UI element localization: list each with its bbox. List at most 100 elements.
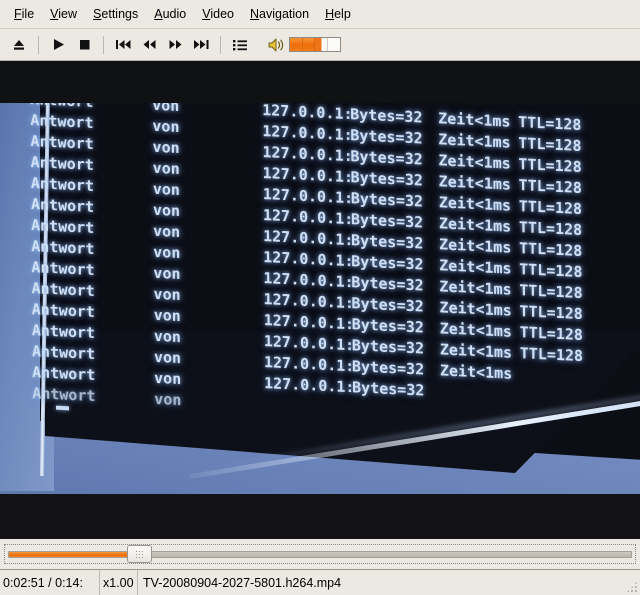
volume-bar[interactable] xyxy=(289,37,341,52)
console-col-ttl: TTL=128 xyxy=(519,281,583,303)
menu-file-mnemonic: F xyxy=(14,7,22,21)
menu-item-view[interactable]: View xyxy=(42,4,85,24)
seek-track[interactable] xyxy=(8,545,632,563)
console-col-ttl: TTL=128 xyxy=(518,218,583,240)
letterbox-top xyxy=(0,61,640,103)
playlist-icon xyxy=(233,39,247,50)
console-col-bytes: Bytes=32 xyxy=(351,273,424,295)
play-button[interactable] xyxy=(45,33,71,57)
stop-button[interactable] xyxy=(71,33,97,57)
console-col-from: von xyxy=(153,263,181,284)
volume-control[interactable] xyxy=(268,37,341,53)
console-col-host: 127.0.0.1: xyxy=(264,374,355,397)
console-col-ttl: TTL=128 xyxy=(519,323,583,345)
console-col-time: Zeit<1ms xyxy=(438,109,511,131)
console-col-bytes: Bytes=32 xyxy=(352,378,425,400)
console-col-from: von xyxy=(153,284,181,305)
console-col-time: Zeit<1ms xyxy=(438,214,512,236)
eject-button[interactable] xyxy=(6,33,32,57)
console-col-bytes: Bytes=32 xyxy=(351,357,425,379)
console-col-host: 127.0.0.1: xyxy=(262,205,354,229)
playback-rate: x1.00 xyxy=(100,570,138,595)
console-col-from: von xyxy=(152,137,180,158)
media-player-window: File View Settings Audio Video Navigatio… xyxy=(0,0,640,595)
console-col-bytes: Bytes=32 xyxy=(351,231,424,253)
console-col-from: von xyxy=(153,326,181,347)
menu-navigation-mnemonic: N xyxy=(249,7,260,21)
fast-forward-icon xyxy=(169,40,181,49)
console-col-time: Zeit<1ms xyxy=(438,130,511,152)
seek-fill xyxy=(9,551,131,557)
console-col-host: 127.0.0.1: xyxy=(263,353,355,376)
skip-backward-button[interactable] xyxy=(110,33,136,57)
seek-handle[interactable] xyxy=(127,545,153,563)
skip-forward-button[interactable] xyxy=(188,33,214,57)
eject-icon xyxy=(14,39,24,50)
console-col-time: Zeit<1ms xyxy=(438,172,511,194)
menu-item-video[interactable]: Video xyxy=(194,4,242,24)
seek-slider[interactable] xyxy=(4,544,636,564)
rewind-icon xyxy=(143,40,155,49)
console-col-from: von xyxy=(153,305,181,326)
menu-view-rest: iew xyxy=(58,7,78,21)
toolbar xyxy=(0,29,640,61)
volume-segment-3 xyxy=(315,38,328,51)
status-bar: 0:02:51 / 0:14: x1.00 TV-20080904-2027-5… xyxy=(0,569,640,595)
menu-item-file[interactable]: File xyxy=(6,4,42,24)
menu-navigation-rest: avigation xyxy=(259,7,310,21)
console-col-bytes: Bytes=32 xyxy=(350,168,423,190)
console-col-time: Zeit<1ms xyxy=(439,361,513,383)
console-col-bytes: Bytes=32 xyxy=(350,126,423,148)
console-col-ttl: TTL=128 xyxy=(518,134,582,156)
console-col-from: von xyxy=(153,221,181,242)
stop-icon xyxy=(79,40,89,50)
console-col-ttl: TTL=128 xyxy=(519,302,583,324)
console-col-time: Zeit<1ms xyxy=(439,235,512,257)
menu-item-audio[interactable]: Audio xyxy=(146,4,194,24)
console-col-ttl: TTL=128 xyxy=(518,176,582,198)
rewind-button[interactable] xyxy=(136,33,162,57)
console-col-ttl: TTL=128 xyxy=(518,197,583,219)
console-col-time: Zeit<1ms xyxy=(439,340,513,362)
console-output-text: Antwortvon127.0.0.1: Antwortvon127.0.0.1… xyxy=(30,69,584,431)
console-col-host: 127.0.0.1: xyxy=(262,142,353,166)
console-col-ttl: TTL=128 xyxy=(519,239,583,261)
console-col-host: 127.0.0.1: xyxy=(263,269,354,292)
menu-help-rest: elp xyxy=(334,7,351,21)
menu-audio-mnemonic: A xyxy=(154,7,163,21)
console-col-time: Zeit<1ms xyxy=(438,151,511,173)
console-col-from: von xyxy=(154,368,182,389)
console-col-host: 127.0.0.1: xyxy=(263,332,355,355)
console-col-from: von xyxy=(153,347,182,368)
volume-segment-2 xyxy=(302,38,315,51)
seek-handle-grip xyxy=(135,549,145,559)
letterbox-bottom xyxy=(0,494,640,539)
menu-item-help[interactable]: Help xyxy=(317,4,359,24)
console-col-bytes: Bytes=32 xyxy=(351,315,424,337)
console-col-ttl: TTL=128 xyxy=(519,344,584,366)
console-col-from: von xyxy=(153,242,181,263)
console-col-host: 127.0.0.1: xyxy=(262,163,354,187)
skip-backward-icon xyxy=(115,40,130,49)
console-col-ttl: TTL=128 xyxy=(518,155,582,177)
menu-settings-rest: ettings xyxy=(101,7,139,21)
console-col-from: von xyxy=(152,116,180,137)
console-col-ttl: TTL=128 xyxy=(518,113,582,135)
console-col-host: 127.0.0.1: xyxy=(262,121,353,145)
toolbar-separator-1 xyxy=(38,35,39,54)
fast-forward-button[interactable] xyxy=(162,33,188,57)
console-col-bytes: Bytes=32 xyxy=(350,189,424,211)
console-col-time: Zeit<1ms xyxy=(438,193,512,215)
menu-item-navigation[interactable]: Navigation xyxy=(242,4,317,24)
console-col-host: 127.0.0.1: xyxy=(262,184,354,208)
seek-bar-row xyxy=(0,539,640,569)
console-col-bytes: Bytes=32 xyxy=(351,252,424,274)
playback-time: 0:02:51 / 0:14: xyxy=(0,570,100,595)
video-display[interactable]: Antwortvon127.0.0.1: Antwortvon127.0.0.1… xyxy=(0,61,640,539)
menu-bar: File View Settings Audio Video Navigatio… xyxy=(0,0,640,29)
playlist-button[interactable] xyxy=(227,33,253,57)
menu-item-settings[interactable]: Settings xyxy=(85,4,146,24)
console-col-host: 127.0.0.1: xyxy=(263,290,354,313)
media-filename: TV-20080904-2027-5801.h264.mp4 xyxy=(143,575,342,590)
video-frame: Antwortvon127.0.0.1: Antwortvon127.0.0.1… xyxy=(0,61,640,539)
